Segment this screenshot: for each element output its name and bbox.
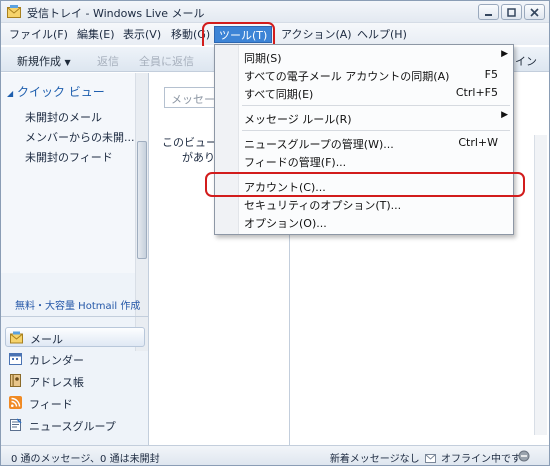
menu-item-security-options[interactable]: セキュリティのオプション(T)... — [242, 195, 510, 213]
main-window: 受信トレイ - Windows Live メール ファイル(F) 編集(E) 表… — [0, 0, 550, 466]
reply-button[interactable]: 返信 — [97, 53, 119, 69]
accounts-highlight-ring — [205, 172, 525, 197]
menu-item-sync-all-email-shortcut: F5 — [484, 68, 498, 81]
offline-status: オフライン中です — [441, 454, 521, 465]
message-count-status: 0 通のメッセージ、0 通は未開封 — [11, 454, 160, 465]
maximize-icon — [507, 7, 516, 17]
nav-item-calendar[interactable]: カレンダー — [5, 349, 145, 369]
close-button[interactable] — [524, 4, 545, 20]
menu-item-sync-all-email[interactable]: すべての電子メール アカウントの同期(A) F5 — [242, 66, 510, 84]
newsgroup-icon — [10, 418, 22, 431]
maximize-button[interactable] — [501, 4, 522, 20]
quick-view-unread-feeds[interactable]: 未開封のフィード — [25, 149, 113, 165]
submenu-arrow-icon: ▶ — [501, 110, 508, 120]
nav-label-feeds: フィード — [29, 398, 73, 411]
collapse-triangle-icon: ◢ — [7, 89, 14, 98]
minimize-button[interactable] — [478, 4, 499, 20]
quick-views-area: ◢ クイック ビュー 未開封のメール メンバーからの未開... 未開封のフィード — [1, 73, 135, 273]
menu-help[interactable]: ヘルプ(H) — [353, 26, 411, 43]
nav-item-mail[interactable]: メール — [5, 327, 145, 347]
menu-edit[interactable]: 編集(E) — [73, 26, 119, 43]
nav-label-newsgroups: ニュースグループ — [29, 420, 116, 433]
quick-view-header[interactable]: ◢ クイック ビュー — [7, 83, 105, 100]
reading-pane-scrollbar[interactable] — [534, 135, 547, 435]
menu-item-sync-label: 同期(S) — [244, 52, 282, 65]
window-title: 受信トレイ - Windows Live メール — [27, 7, 205, 20]
mail-icon — [10, 331, 23, 344]
offline-indicator-icon[interactable] — [518, 450, 530, 462]
folder-pane: ◢ クイック ビュー 未開封のメール メンバーからの未開... 未開封のフィード… — [1, 73, 149, 445]
menu-item-manage-feeds[interactable]: フィードの管理(F)... — [242, 152, 510, 170]
menu-item-options-label: オプション(O)... — [244, 217, 327, 230]
menu-item-manage-feeds-label: フィードの管理(F)... — [244, 156, 347, 169]
menu-icon-gutter — [215, 45, 239, 234]
chevron-down-icon: ▼ — [64, 58, 71, 67]
menu-item-sync-everything[interactable]: すべて同期(E) Ctrl+F5 — [242, 84, 510, 102]
new-button[interactable]: 新規作成 ▼ — [17, 53, 71, 69]
menu-separator — [242, 105, 510, 106]
folder-scrollbar-thumb[interactable] — [137, 141, 147, 259]
calendar-icon — [9, 353, 22, 365]
nav-item-feeds[interactable]: フィード — [5, 393, 145, 413]
menu-bar: ファイル(F) 編集(E) 表示(V) 移動(G) ツール(T) アクション(A… — [1, 23, 549, 45]
minimize-icon — [485, 13, 492, 16]
menu-item-security-options-label: セキュリティのオプション(T)... — [244, 199, 402, 212]
menu-item-sync-everything-shortcut: Ctrl+F5 — [455, 86, 498, 99]
menu-separator — [242, 130, 510, 131]
title-bar: 受信トレイ - Windows Live メール — [1, 1, 549, 23]
close-icon — [530, 7, 539, 17]
status-right-group: 新着メッセージなし オフライン中です — [330, 450, 521, 465]
menu-item-message-rules-label: メッセージ ルール(R) — [244, 113, 352, 126]
quick-view-unread-contacts[interactable]: メンバーからの未開... — [25, 129, 135, 145]
online-button[interactable]: イン — [515, 53, 537, 69]
mail-app-icon — [7, 5, 21, 18]
envelope-icon — [424, 454, 436, 463]
menu-item-options[interactable]: オプション(O)... — [242, 213, 510, 231]
menu-file[interactable]: ファイル(F) — [5, 26, 72, 43]
menu-item-sync[interactable]: 同期(S) ▶ — [242, 48, 510, 66]
menu-item-sync-all-email-label: すべての電子メール アカウントの同期(A) — [244, 70, 450, 83]
nav-divider — [1, 316, 148, 317]
reply-all-button[interactable]: 全員に返信 — [139, 53, 194, 69]
nav-item-newsgroups[interactable]: ニュースグループ — [5, 415, 145, 435]
address-book-icon — [10, 374, 21, 387]
new-message-status: 新着メッセージなし — [329, 454, 420, 465]
hotmail-signup-link[interactable]: 無料・大容量 Hotmail 作成 — [15, 297, 140, 312]
nav-label-mail: メール — [30, 333, 63, 346]
new-button-label: 新規作成 — [17, 55, 61, 68]
nav-item-contacts[interactable]: アドレス帳 — [5, 371, 145, 391]
submenu-arrow-icon: ▶ — [501, 49, 508, 59]
tools-menu-dropdown: 同期(S) ▶ すべての電子メール アカウントの同期(A) F5 すべて同期(E… — [214, 44, 514, 235]
rss-feed-icon — [9, 396, 22, 409]
status-bar: 0 通のメッセージ、0 通は未開封 新着メッセージなし オフライン中です — [1, 445, 549, 465]
menu-view[interactable]: 表示(V) — [119, 26, 165, 43]
menu-item-manage-newsgroups-shortcut: Ctrl+W — [458, 136, 498, 149]
menu-item-sync-everything-label: すべて同期(E) — [244, 88, 314, 101]
nav-label-contacts: アドレス帳 — [29, 376, 84, 389]
menu-item-manage-newsgroups[interactable]: ニュースグループの管理(W)... Ctrl+W — [242, 134, 510, 152]
quick-view-title: クイック ビュー — [16, 85, 105, 99]
menu-actions[interactable]: アクション(A) — [277, 26, 356, 43]
nav-label-calendar: カレンダー — [29, 354, 84, 367]
menu-item-message-rules[interactable]: メッセージ ルール(R) ▶ — [242, 109, 510, 127]
menu-item-manage-newsgroups-label: ニュースグループの管理(W)... — [244, 138, 394, 151]
quick-view-unread-mail[interactable]: 未開封のメール — [25, 109, 102, 125]
